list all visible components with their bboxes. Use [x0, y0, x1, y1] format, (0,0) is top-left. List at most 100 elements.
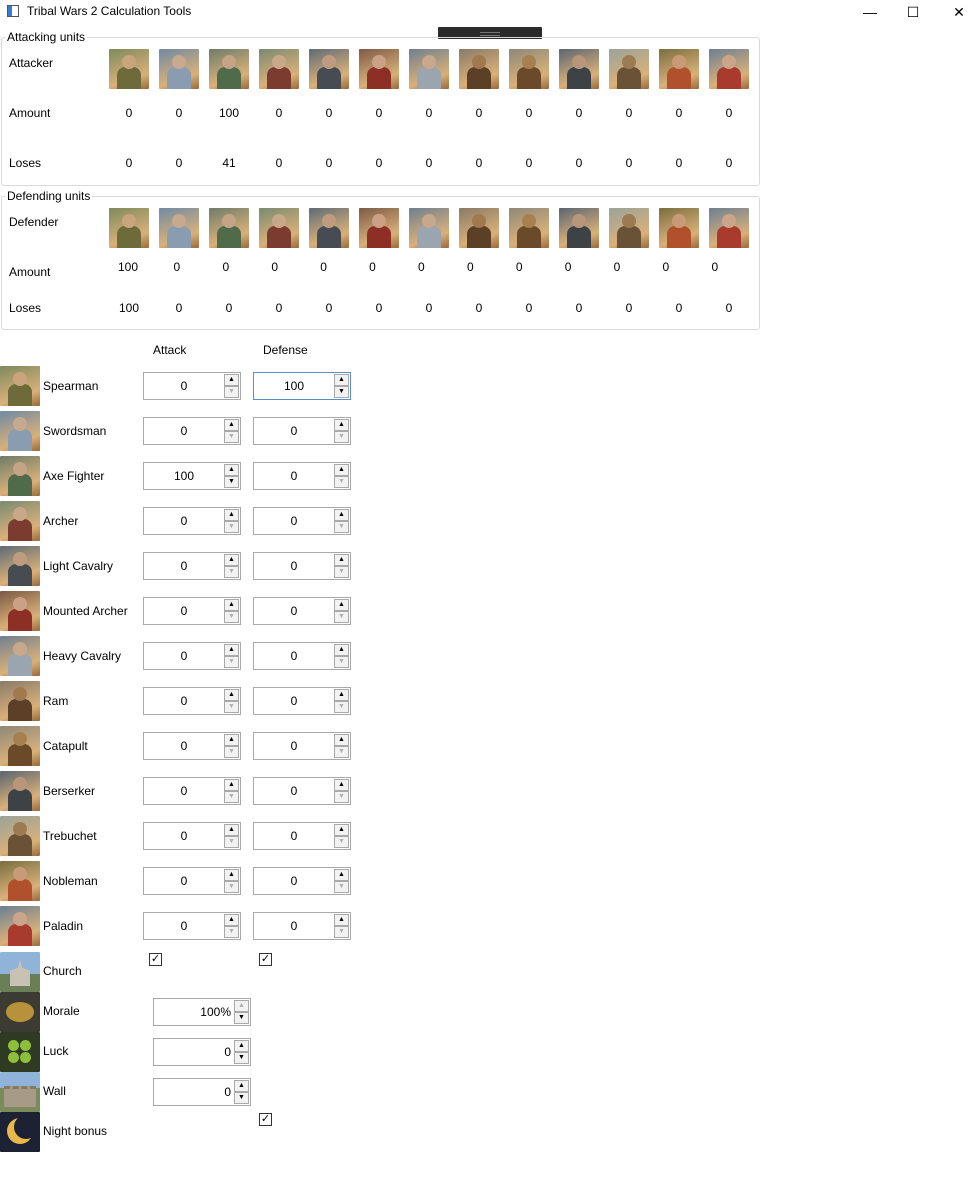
attack-input[interactable]: 0 ▲ ▼	[143, 417, 241, 445]
spin-down-icon[interactable]: ▼	[224, 656, 239, 668]
spin-up-icon[interactable]: ▲	[334, 374, 349, 386]
defense-input-value[interactable]: 0	[254, 598, 334, 624]
attack-input-value[interactable]: 0	[144, 598, 224, 624]
attack-input-value[interactable]: 0	[144, 553, 224, 579]
defense-input-value[interactable]: 0	[254, 463, 334, 489]
defense-input[interactable]: 0 ▲ ▼	[253, 867, 351, 895]
defense-input[interactable]: 0 ▲ ▼	[253, 552, 351, 580]
defense-input-value[interactable]: 0	[254, 868, 334, 894]
luck-value[interactable]: 0	[154, 1039, 234, 1065]
luck-stepper[interactable]: 0 ▲ ▼	[153, 1038, 251, 1066]
church-attack-checkbox[interactable]: ✓	[149, 953, 162, 966]
minimize-icon[interactable]: —	[855, 2, 885, 22]
defense-input[interactable]: 0 ▲ ▼	[253, 777, 351, 805]
defense-input[interactable]: 0 ▲ ▼	[253, 687, 351, 715]
spin-up-icon[interactable]: ▲	[224, 419, 239, 431]
maximize-icon[interactable]: ☐	[898, 2, 928, 22]
defense-input-value[interactable]: 0	[254, 778, 334, 804]
attack-input-value[interactable]: 0	[144, 373, 224, 399]
morale-stepper[interactable]: 100% ▲ ▼	[153, 998, 251, 1026]
church-defense-checkbox[interactable]: ✓	[259, 953, 272, 966]
spin-down-icon[interactable]: ▼	[224, 521, 239, 533]
spin-up-icon[interactable]: ▲	[224, 374, 239, 386]
attack-input[interactable]: 0 ▲ ▼	[143, 822, 241, 850]
defense-input-value[interactable]: 0	[254, 643, 334, 669]
defense-input-value[interactable]: 0	[254, 553, 334, 579]
defense-input[interactable]: 0 ▲ ▼	[253, 417, 351, 445]
attack-input[interactable]: 0 ▲ ▼	[143, 507, 241, 535]
attack-input-value[interactable]: 0	[144, 778, 224, 804]
luck-up-icon[interactable]: ▲	[234, 1040, 249, 1052]
spin-up-icon[interactable]: ▲	[224, 644, 239, 656]
spin-up-icon[interactable]: ▲	[224, 509, 239, 521]
defense-input[interactable]: 100 ▲ ▼	[253, 372, 351, 400]
spin-up-icon[interactable]: ▲	[224, 554, 239, 566]
defense-input[interactable]: 0 ▲ ▼	[253, 597, 351, 625]
spin-up-icon[interactable]: ▲	[334, 914, 349, 926]
attack-input-value[interactable]: 0	[144, 418, 224, 444]
attack-input[interactable]: 0 ▲ ▼	[143, 777, 241, 805]
spin-up-icon[interactable]: ▲	[224, 464, 239, 476]
defense-input[interactable]: 0 ▲ ▼	[253, 732, 351, 760]
attack-input-value[interactable]: 0	[144, 823, 224, 849]
spin-down-icon[interactable]: ▼	[224, 431, 239, 443]
defense-input-value[interactable]: 0	[254, 823, 334, 849]
luck-down-icon[interactable]: ▼	[234, 1052, 249, 1064]
attack-input-value[interactable]: 0	[144, 643, 224, 669]
spin-up-icon[interactable]: ▲	[224, 824, 239, 836]
spin-down-icon[interactable]: ▼	[334, 881, 349, 893]
attack-input[interactable]: 0 ▲ ▼	[143, 732, 241, 760]
attack-input[interactable]: 0 ▲ ▼	[143, 912, 241, 940]
spin-up-icon[interactable]: ▲	[334, 644, 349, 656]
spin-up-icon[interactable]: ▲	[334, 554, 349, 566]
defense-input-value[interactable]: 100	[254, 373, 334, 399]
spin-down-icon[interactable]: ▼	[334, 836, 349, 848]
spin-up-icon[interactable]: ▲	[334, 464, 349, 476]
spin-up-icon[interactable]: ▲	[334, 734, 349, 746]
spin-down-icon[interactable]: ▼	[334, 386, 349, 398]
spin-down-icon[interactable]: ▼	[224, 791, 239, 803]
attack-input-value[interactable]: 0	[144, 868, 224, 894]
attack-input[interactable]: 100 ▲ ▼	[143, 462, 241, 490]
wall-stepper[interactable]: 0 ▲ ▼	[153, 1078, 251, 1106]
wall-value[interactable]: 0	[154, 1079, 234, 1105]
defense-input[interactable]: 0 ▲ ▼	[253, 462, 351, 490]
attack-input-value[interactable]: 0	[144, 913, 224, 939]
spin-down-icon[interactable]: ▼	[334, 431, 349, 443]
spin-up-icon[interactable]: ▲	[224, 779, 239, 791]
spin-down-icon[interactable]: ▼	[334, 791, 349, 803]
spin-down-icon[interactable]: ▼	[224, 386, 239, 398]
defense-input-value[interactable]: 0	[254, 418, 334, 444]
attack-input-value[interactable]: 0	[144, 733, 224, 759]
spin-up-icon[interactable]: ▲	[224, 869, 239, 881]
spin-down-icon[interactable]: ▼	[334, 701, 349, 713]
spin-up-icon[interactable]: ▲	[224, 689, 239, 701]
spin-up-icon[interactable]: ▲	[224, 599, 239, 611]
spin-up-icon[interactable]: ▲	[334, 599, 349, 611]
spin-up-icon[interactable]: ▲	[334, 689, 349, 701]
wall-up-icon[interactable]: ▲	[234, 1080, 249, 1092]
defense-input-value[interactable]: 0	[254, 913, 334, 939]
spin-down-icon[interactable]: ▼	[224, 701, 239, 713]
spin-down-icon[interactable]: ▼	[334, 746, 349, 758]
morale-up-icon[interactable]: ▲	[234, 1000, 249, 1012]
defense-input-value[interactable]: 0	[254, 688, 334, 714]
spin-up-icon[interactable]: ▲	[334, 509, 349, 521]
defense-input-value[interactable]: 0	[254, 508, 334, 534]
morale-value[interactable]: 100%	[154, 999, 234, 1025]
spin-down-icon[interactable]: ▼	[224, 566, 239, 578]
spin-up-icon[interactable]: ▲	[334, 824, 349, 836]
spin-up-icon[interactable]: ▲	[334, 779, 349, 791]
spin-down-icon[interactable]: ▼	[334, 926, 349, 938]
attack-input[interactable]: 0 ▲ ▼	[143, 642, 241, 670]
defense-input-value[interactable]: 0	[254, 733, 334, 759]
spin-down-icon[interactable]: ▼	[334, 566, 349, 578]
spin-up-icon[interactable]: ▲	[224, 914, 239, 926]
spin-down-icon[interactable]: ▼	[224, 926, 239, 938]
defense-input[interactable]: 0 ▲ ▼	[253, 507, 351, 535]
spin-up-icon[interactable]: ▲	[334, 419, 349, 431]
spin-down-icon[interactable]: ▼	[334, 521, 349, 533]
attack-input-value[interactable]: 100	[144, 463, 224, 489]
defense-input[interactable]: 0 ▲ ▼	[253, 642, 351, 670]
defense-input[interactable]: 0 ▲ ▼	[253, 912, 351, 940]
